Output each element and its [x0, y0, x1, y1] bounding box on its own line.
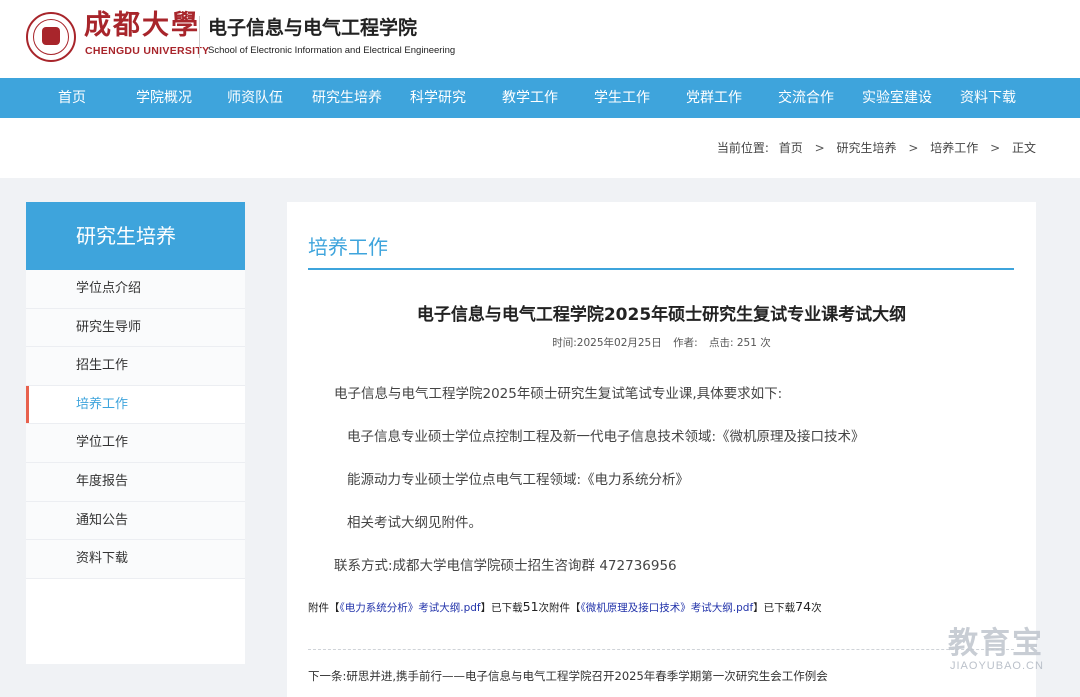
university-seal-logo[interactable]: [26, 12, 76, 62]
breadcrumb-separator: >: [990, 141, 1001, 155]
nav-item-party[interactable]: 党群工作: [686, 78, 742, 118]
sidebar-title: 研究生培养: [26, 202, 245, 270]
watermark-en: JIAOYUBAO.CN: [950, 660, 1044, 672]
site-header: 成都大學 CHENGDU UNIVERSITY 电子信息与电气工程学院 Scho…: [0, 0, 1080, 78]
attachment-download-count: 74: [795, 599, 812, 614]
sidebar-item-downloads[interactable]: 资料下载: [26, 540, 245, 579]
article-time: 时间:2025年02月25日: [552, 337, 662, 349]
breadcrumb-separator: >: [908, 141, 919, 155]
nav-item-students[interactable]: 学生工作: [594, 78, 650, 118]
sidebar-item-degree-programs[interactable]: 学位点介绍: [26, 270, 245, 309]
article-paragraph: 电子信息与电气工程学院2025年硕士研究生复试笔试专业课,具体要求如下:: [334, 386, 783, 402]
article-paragraph-contact: 联系方式:成都大学电信学院硕士招生咨询群 472736956: [334, 558, 677, 574]
nav-item-downloads[interactable]: 资料下载: [960, 78, 1016, 118]
article-title: 电子信息与电气工程学院2025年硕士研究生复试专业课考试大纲: [416, 305, 907, 325]
article-author: 作者:: [673, 337, 698, 349]
section-title: 培养工作: [308, 235, 388, 259]
article-paragraph: 相关考试大纲见附件。: [347, 515, 482, 531]
sidebar: 研究生培养 学位点介绍 研究生导师 招生工作 培养工作 学位工作 年度报告 通知…: [26, 202, 245, 664]
sidebar-item-degree-work[interactable]: 学位工作: [26, 424, 245, 463]
nav-item-exchange[interactable]: 交流合作: [778, 78, 834, 118]
attachments-line: 附件【《电力系统分析》考试大纲.pdf】已下载51次附件【《微机原理及接口技术》…: [308, 599, 822, 615]
breadcrumb-band: 当前位置: 首页 > 研究生培养 > 培养工作 > 正文: [0, 118, 1080, 178]
nav-item-about[interactable]: 学院概况: [136, 78, 192, 118]
attachment-prefix: 次附件【: [538, 602, 581, 614]
university-name-cn[interactable]: 成都大學: [84, 10, 200, 42]
article-paragraph: 能源动力专业硕士学位点电气工程领域:《电力系统分析》: [347, 472, 690, 488]
watermark: 教育宝 JIAOYUBAO.CN: [948, 618, 1063, 680]
attachment-prefix: 附件【: [308, 602, 340, 614]
sidebar-item-admissions[interactable]: 招生工作: [26, 347, 245, 386]
school-name-cn[interactable]: 电子信息与电气工程学院: [208, 16, 417, 40]
attachment-downloaded-label: 】已下载: [753, 602, 796, 614]
attachment-download-count: 51: [522, 599, 539, 614]
breadcrumb-label: 当前位置:: [716, 141, 769, 155]
article-panel: 培养工作 电子信息与电气工程学院2025年硕士研究生复试专业课考试大纲 时间:2…: [287, 202, 1036, 697]
attachment-suffix: 次: [811, 602, 822, 614]
article-paragraph: 电子信息专业硕士学位点控制工程及新一代电子信息技术领域:《微机原理及接口技术》: [347, 429, 865, 445]
breadcrumb-separator: >: [814, 141, 825, 155]
sidebar-item-notices[interactable]: 通知公告: [26, 501, 245, 541]
article-meta: 时间:2025年02月25日 作者: 点击: 251 次: [287, 335, 1036, 350]
sidebar-item-training[interactable]: 培养工作: [26, 385, 245, 425]
breadcrumb-current: 正文: [1011, 141, 1036, 155]
next-article-link[interactable]: 下一条:研思并进,携手前行——电子信息与电气工程学院召开2025年春季学期第一次…: [308, 668, 828, 684]
sidebar-item-annual-report[interactable]: 年度报告: [26, 463, 245, 502]
nav-item-research[interactable]: 科学研究: [410, 78, 466, 118]
university-name-en: CHENGDU UNIVERSITY: [85, 45, 210, 57]
watermark-cn: 教育宝: [948, 626, 1044, 661]
attachment-downloaded-label: 】已下载: [480, 602, 523, 614]
main-nav: 首页 学院概况 师资队伍 研究生培养 科学研究 教学工作 学生工作 党群工作 交…: [0, 78, 1080, 118]
nav-item-faculty[interactable]: 师资队伍: [227, 78, 283, 118]
breadcrumb-training[interactable]: 培养工作: [930, 141, 978, 155]
nav-item-graduate[interactable]: 研究生培养: [312, 78, 382, 118]
breadcrumb-home[interactable]: 首页: [779, 141, 803, 155]
article-clicks: 点击: 251 次: [708, 337, 771, 349]
breadcrumb-graduate[interactable]: 研究生培养: [837, 141, 897, 155]
sidebar-item-supervisors[interactable]: 研究生导师: [26, 308, 245, 348]
seal-core: [42, 27, 60, 45]
header-divider: [199, 16, 200, 58]
school-name-en: School of Electronic Information and Ele…: [208, 45, 456, 56]
attachment-link-microcomputer[interactable]: 《微机原理及接口技术》考试大纲.pdf: [581, 602, 754, 614]
section-title-underline: [308, 268, 1014, 270]
article-divider: [308, 649, 1014, 650]
nav-item-home[interactable]: 首页: [58, 78, 86, 118]
nav-item-labs[interactable]: 实验室建设: [862, 78, 932, 118]
attachment-link-power-systems[interactable]: 《电力系统分析》考试大纲.pdf: [340, 602, 481, 614]
breadcrumb: 当前位置: 首页 > 研究生培养 > 培养工作 > 正文: [717, 139, 1036, 156]
nav-item-teaching[interactable]: 教学工作: [502, 78, 558, 118]
